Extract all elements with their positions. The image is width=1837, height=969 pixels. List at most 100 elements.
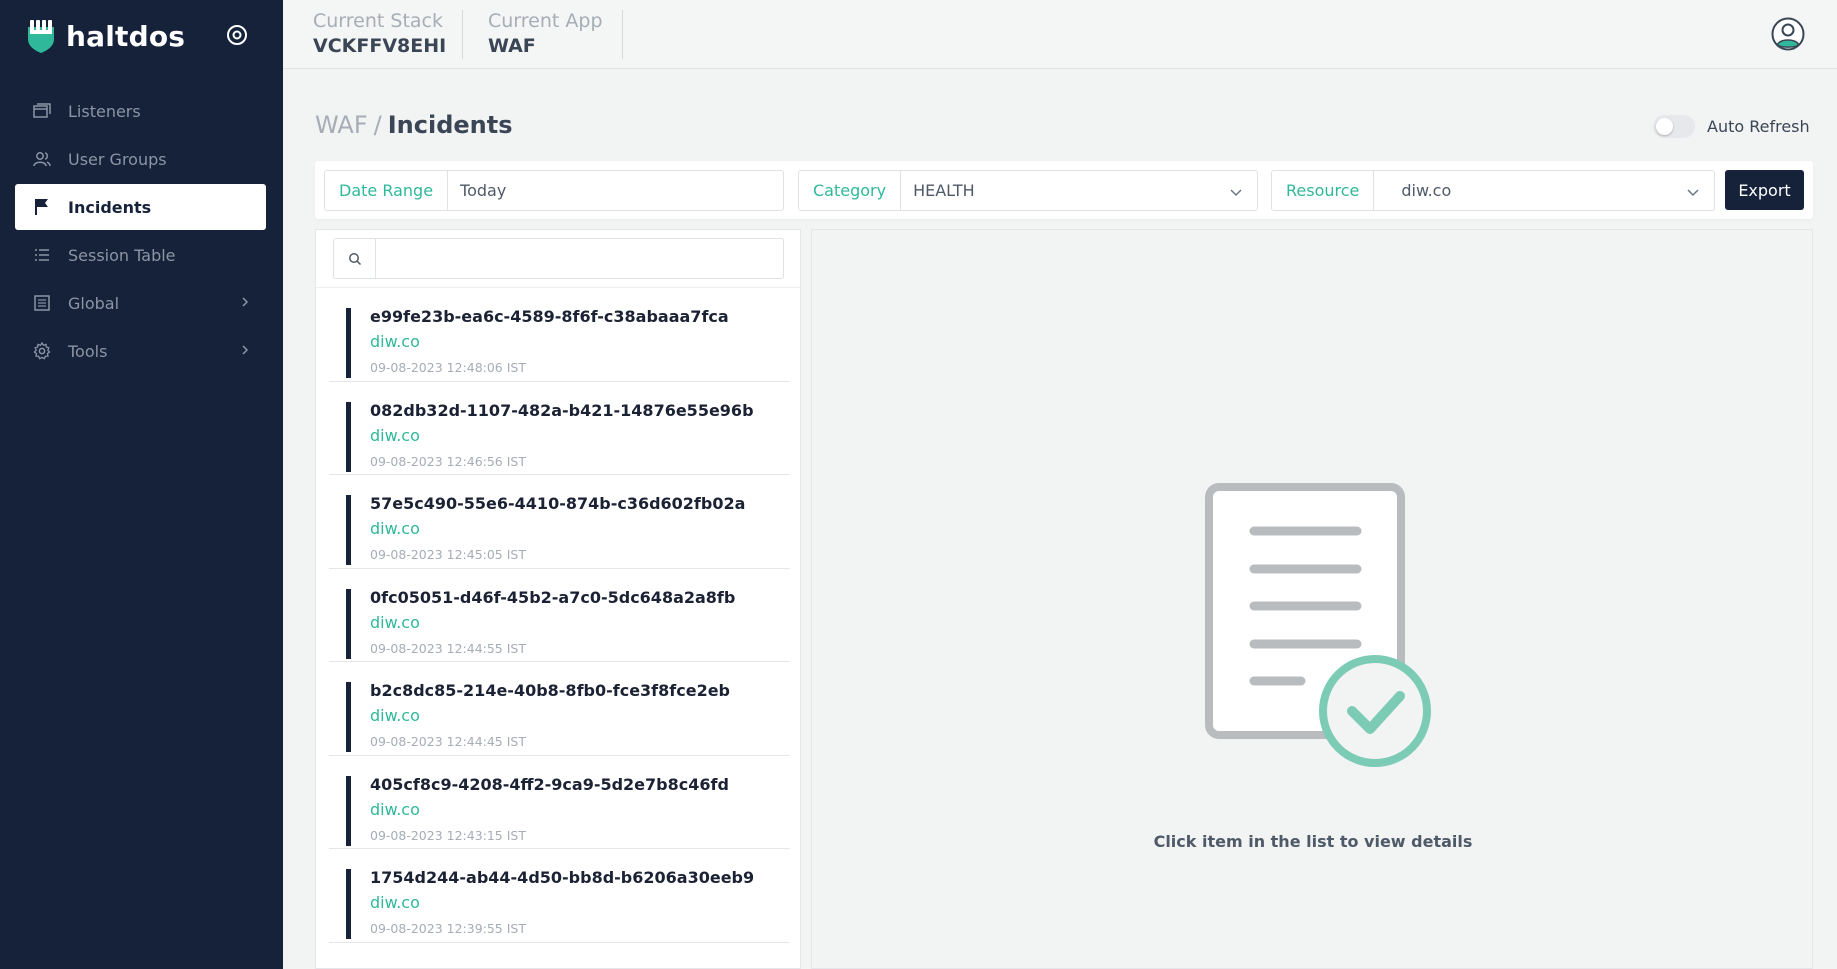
users-icon <box>32 149 52 169</box>
empty-state-message: Click item in the list to view details <box>1153 832 1473 851</box>
incident-time: 09-08-2023 12:45:05 IST <box>370 547 526 562</box>
incident-time: 09-08-2023 12:43:15 IST <box>370 827 526 843</box>
incident-item[interactable]: b2c8dc85-214e-40b8-8fb0-fce3f8fce2eb diw… <box>329 662 790 756</box>
gear-icon <box>32 341 52 361</box>
incident-time: 09-08-2023 12:48:06 IST <box>370 360 526 375</box>
auto-refresh-label: Auto Refresh <box>1707 117 1810 136</box>
incident-id: 405cf8c9-4208-4ff2-9ca9-5d2e7b8c46fd <box>370 774 729 794</box>
current-stack-label: Current Stack <box>313 10 444 32</box>
incident-id: b2c8dc85-214e-40b8-8fb0-fce3f8fce2eb <box>370 681 731 700</box>
sidebar-item-tools[interactable]: Tools <box>15 328 266 374</box>
divider <box>622 10 623 59</box>
incident-item[interactable]: e99fe23b-ea6c-4589-8f6f-c38abaaa7fca diw… <box>329 288 790 382</box>
search-icon <box>334 239 376 278</box>
date-range-value: Today <box>460 181 507 200</box>
incident-resource: diw.co <box>370 519 420 538</box>
incident-list-panel: e99fe23b-ea6c-4589-8f6f-c38abaaa7fca diw… <box>315 229 801 969</box>
search-box <box>333 238 784 279</box>
incident-item[interactable]: 1754d244-ab44-4d50-bb8d-b6206a30eeb9 diw… <box>329 849 790 943</box>
sidebar-item-listeners[interactable]: Listeners <box>15 88 266 134</box>
incident-resource: diw.co <box>370 893 420 912</box>
incident-item[interactable]: 082db32d-1107-482a-b421-14876e55e96b diw… <box>329 382 790 475</box>
incident-time: 09-08-2023 12:44:55 IST <box>370 640 526 656</box>
breadcrumb: WAF / Incidents <box>315 111 513 139</box>
sidebar-item-label: Global <box>68 293 120 313</box>
incident-item[interactable]: 405cf8c9-4208-4ff2-9ca9-5d2e7b8c46fd diw… <box>329 756 790 849</box>
incident-detail-panel: Click item in the list to view details <box>811 229 1813 969</box>
resource-select[interactable]: diw.co <box>1374 171 1714 210</box>
top-bar: Current Stack VCKFFV8EHI Current App WAF <box>283 0 1837 69</box>
incident-id: 1754d244-ab44-4d50-bb8d-b6206a30eeb9 <box>370 868 755 887</box>
brand-name: haltdos <box>66 19 186 53</box>
incident-resource: diw.co <box>370 425 420 445</box>
breadcrumb-parent[interactable]: WAF <box>315 111 368 139</box>
sidebar-item-incidents[interactable]: Incidents <box>15 184 266 230</box>
chevron-right-icon <box>242 297 249 307</box>
search-input[interactable] <box>376 239 783 278</box>
category-label: Category <box>799 171 902 210</box>
incident-resource: diw.co <box>370 332 420 351</box>
current-app[interactable]: Current App WAF <box>488 10 603 57</box>
sidebar-item-label: Listeners <box>68 101 141 121</box>
chevron-down-icon <box>1687 189 1699 197</box>
sidebar-item-user-groups[interactable]: User Groups <box>15 136 266 182</box>
category-value: HEALTH <box>913 181 975 200</box>
incident-item[interactable]: 57e5c490-55e6-4410-874b-c36d602fb02a diw… <box>329 475 790 569</box>
current-stack-value: VCKFFV8EHI <box>313 35 447 57</box>
incident-resource: diw.co <box>370 612 420 632</box>
severity-bar <box>346 588 351 659</box>
user-avatar-icon[interactable] <box>1771 17 1805 51</box>
incident-list: e99fe23b-ea6c-4589-8f6f-c38abaaa7fca diw… <box>329 288 790 943</box>
sidebar-item-label: Incidents <box>68 197 152 217</box>
incident-id: 57e5c490-55e6-4410-874b-c36d602fb02a <box>370 494 746 513</box>
divider <box>462 10 463 59</box>
severity-bar <box>346 401 351 472</box>
document-check-icon <box>1205 483 1431 767</box>
chevron-right-icon <box>242 345 249 355</box>
incident-id: 082db32d-1107-482a-b421-14876e55e96b <box>370 400 754 420</box>
incident-time: 09-08-2023 12:44:45 IST <box>370 734 526 749</box>
current-stack[interactable]: Current Stack VCKFFV8EHI <box>313 10 446 57</box>
target-settings-icon[interactable] <box>226 24 248 46</box>
table-icon <box>32 293 52 313</box>
incident-id: 0fc05051-d46f-45b2-a7c0-5dc648a2a8fb <box>370 587 736 607</box>
auto-refresh: Auto Refresh <box>1653 115 1810 138</box>
export-button[interactable]: Export <box>1725 170 1804 210</box>
date-range-input[interactable]: Today <box>448 171 783 210</box>
incident-resource: diw.co <box>370 799 420 819</box>
resource-value: diw.co <box>1401 181 1452 200</box>
sidebar-item-global[interactable]: Global <box>15 280 266 326</box>
breadcrumb-separator: / <box>373 111 382 139</box>
severity-bar <box>346 869 351 939</box>
incident-time: 09-08-2023 12:46:56 IST <box>370 453 526 469</box>
sidebar-nav: Listeners User Groups Incidents Session … <box>15 88 266 376</box>
sidebar-item-label: Tools <box>68 341 108 361</box>
category-filter: Category HEALTH <box>798 170 1258 211</box>
current-app-label: Current App <box>488 10 603 32</box>
haltdos-logo-icon <box>28 20 54 53</box>
incident-item[interactable]: 0fc05051-d46f-45b2-a7c0-5dc648a2a8fb diw… <box>329 569 790 662</box>
incident-id: e99fe23b-ea6c-4589-8f6f-c38abaaa7fca <box>370 307 729 326</box>
incident-resource: diw.co <box>370 706 420 725</box>
sidebar-item-session-table[interactable]: Session Table <box>15 232 266 278</box>
list-icon <box>32 245 52 265</box>
severity-bar <box>346 682 351 752</box>
flag-icon <box>32 197 52 217</box>
filter-bar: Date Range Today Category HEALTH Resourc… <box>315 161 1813 219</box>
incident-time: 09-08-2023 12:39:55 IST <box>370 921 526 936</box>
brand[interactable]: haltdos <box>26 18 185 54</box>
chevron-down-icon <box>1230 189 1242 197</box>
toggle-knob <box>1656 118 1673 135</box>
page-title: Incidents <box>387 111 513 139</box>
severity-bar <box>346 308 351 378</box>
resource-filter: Resource diw.co <box>1271 170 1715 211</box>
sidebar: haltdos Listeners User Groups Incidents <box>0 0 283 969</box>
resource-label: Resource <box>1272 171 1375 210</box>
current-app-value: WAF <box>488 35 536 57</box>
auto-refresh-toggle[interactable] <box>1653 115 1695 138</box>
category-select[interactable]: HEALTH <box>901 171 1257 210</box>
severity-bar <box>346 495 351 565</box>
date-range-label: Date Range <box>325 171 449 210</box>
date-range-filter: Date Range Today <box>324 170 784 211</box>
severity-bar <box>346 775 351 846</box>
